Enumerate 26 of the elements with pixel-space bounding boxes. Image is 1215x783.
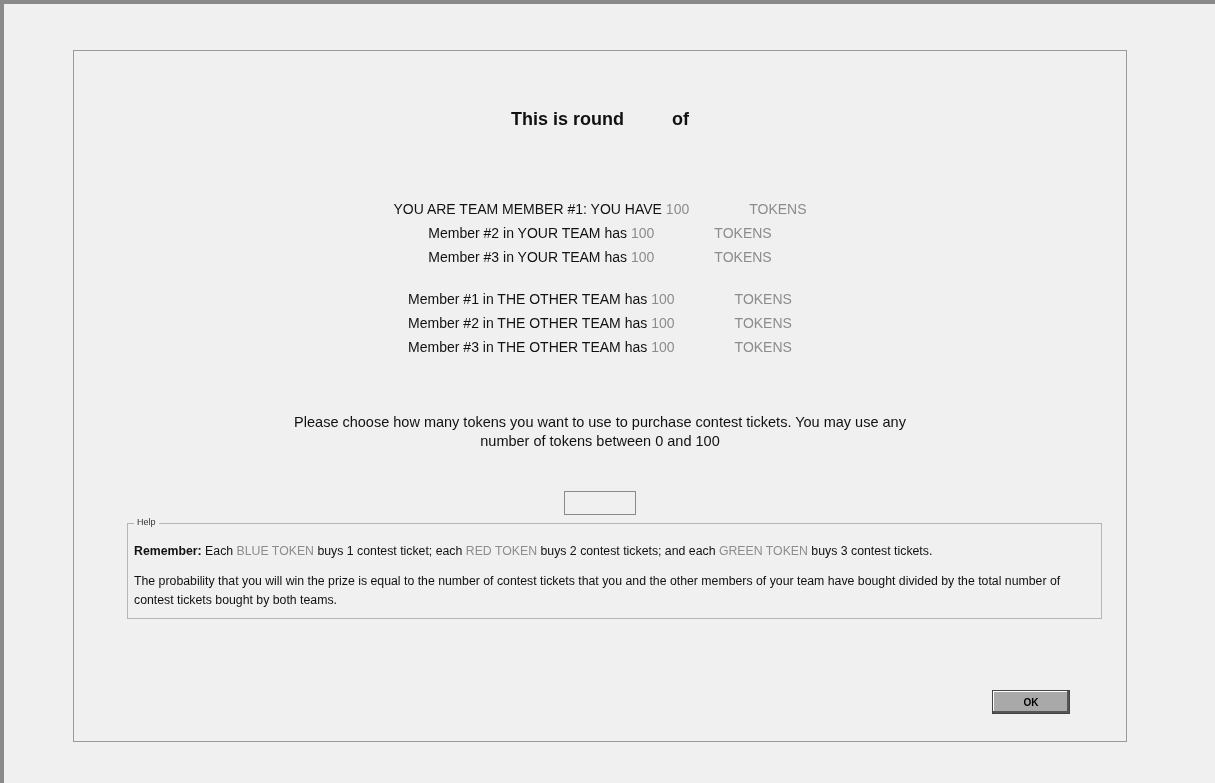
instruction-text: Please choose how many tokens you want to use to purchase contest tickets. You may use any number of tokens between 0 and 100 [293, 413, 907, 451]
help-text: The probability that you will win the prize is equal to the number of contest tickets that you and the other members of your team have bought divided by the total number of contest tickets bought by both teams. [134, 573, 1062, 609]
token-unit: TOKENS [714, 248, 772, 267]
token-amount: 100 [665, 200, 690, 219]
help-legend: Help [134, 516, 159, 530]
token-amount: 100 [651, 314, 675, 333]
token-label: Member #3 in YOUR TEAM has [428, 248, 627, 267]
round-title: of [672, 108, 689, 131]
token-amount: 100 [631, 248, 655, 267]
token-unit: TOKENS [734, 338, 792, 357]
token-unit: TOKENS [714, 224, 772, 243]
ok-button[interactable]: OK [992, 690, 1070, 714]
token-label: Member #3 in THE OTHER TEAM has [408, 338, 648, 357]
token-amount: 100 [631, 224, 655, 243]
help-text: Remember: Each BLUE TOKEN buys 1 contest ticket; each RED TOKEN buys 2 contest tickets; and each GREEN TOKEN buys 3 contest tickets. [134, 543, 934, 560]
token-amount: 100 [651, 338, 675, 357]
token-label: Member #1 in THE OTHER TEAM has [408, 290, 648, 309]
token-unit: TOKENS [734, 314, 792, 333]
round-title: This is round [511, 108, 624, 131]
token-amount: 100 [651, 290, 675, 309]
token-label: Member #2 in THE OTHER TEAM has [408, 314, 648, 333]
token-label: Member #2 in YOUR TEAM has [428, 224, 627, 243]
token-unit: TOKENS [749, 200, 807, 219]
amount-field[interactable] [564, 491, 636, 515]
token-unit: TOKENS [734, 290, 792, 309]
token-label: YOU ARE TEAM MEMBER #1: YOU HAVE [393, 200, 662, 219]
